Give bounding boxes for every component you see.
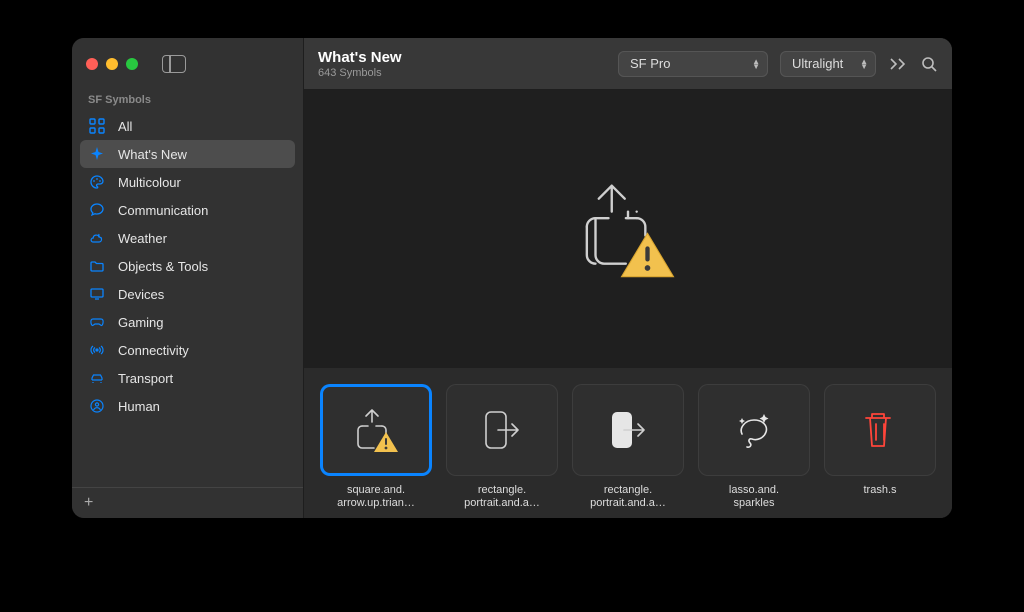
rectangle-portrait-arrow-right-fill-icon xyxy=(572,384,684,476)
search-icon[interactable] xyxy=(920,55,938,73)
sidebar-item-label: Transport xyxy=(118,371,173,386)
fullscreen-window-button[interactable] xyxy=(126,58,138,70)
page-title: What's New xyxy=(318,49,402,66)
sidebar-list: All What's New Multicolour Communication xyxy=(72,112,303,487)
sidebar-item-communication[interactable]: Communication xyxy=(72,196,303,224)
sidebar-item-label: Communication xyxy=(118,203,208,218)
grid-icon xyxy=(88,118,106,134)
sidebar-item-label: Gaming xyxy=(118,315,164,330)
close-window-button[interactable] xyxy=(86,58,98,70)
sidebar: SF Symbols All What's New Multicolour xyxy=(72,38,304,518)
share-triangle-warning-icon xyxy=(320,384,432,476)
grid-cell[interactable]: rectangle. portrait.and.a… xyxy=(572,384,684,510)
weight-popup[interactable]: Ultralight ▲▼ xyxy=(780,51,876,77)
chevron-up-down-icon: ▲▼ xyxy=(752,59,760,69)
sidebar-item-weather[interactable]: Weather xyxy=(72,224,303,252)
folder-icon xyxy=(88,258,106,274)
symbol-count: 643 Symbols xyxy=(318,67,402,79)
weight-popup-value: Ultralight xyxy=(792,56,843,71)
toolbar-title-group: What's New 643 Symbols xyxy=(318,49,402,79)
speech-bubble-icon xyxy=(88,202,106,218)
sidebar-item-label: Connectivity xyxy=(118,343,189,358)
minimize-window-button[interactable] xyxy=(106,58,118,70)
grid-cell[interactable]: square.and. arrow.up.trian… xyxy=(320,384,432,510)
palette-icon xyxy=(88,174,106,190)
grid-caption: lasso.and. sparkles xyxy=(698,484,810,510)
sidebar-item-label: All xyxy=(118,119,132,134)
grid-caption: square.and. arrow.up.trian… xyxy=(320,484,432,510)
display-icon xyxy=(88,286,106,302)
app-window: SF Symbols All What's New Multicolour xyxy=(72,38,952,518)
symbol-preview xyxy=(304,90,952,368)
sidebar-item-label: Weather xyxy=(118,231,167,246)
car-icon xyxy=(88,370,106,386)
window-controls xyxy=(86,58,138,70)
sidebar-item-all[interactable]: All xyxy=(72,112,303,140)
sidebar-item-transport[interactable]: Transport xyxy=(72,364,303,392)
cloud-moon-icon xyxy=(88,230,106,246)
grid-caption: rectangle. portrait.and.a… xyxy=(572,484,684,510)
rectangle-portrait-arrow-right-outline-icon xyxy=(446,384,558,476)
sidebar-item-multicolour[interactable]: Multicolour xyxy=(72,168,303,196)
sidebar-heading: SF Symbols xyxy=(72,90,303,112)
antenna-icon xyxy=(88,342,106,358)
sparkle-icon xyxy=(88,146,106,162)
grid-cell[interactable]: rectangle. portrait.and.a… xyxy=(446,384,558,510)
lasso-sparkles-icon xyxy=(698,384,810,476)
grid-caption: trash.s xyxy=(824,484,936,497)
grid-cell[interactable]: lasso.and. sparkles xyxy=(698,384,810,510)
font-popup[interactable]: SF Pro ▲▼ xyxy=(618,51,768,77)
sidebar-item-human[interactable]: Human xyxy=(72,392,303,420)
add-category-button[interactable]: + xyxy=(72,487,303,518)
sidebar-item-label: Multicolour xyxy=(118,175,181,190)
sidebar-item-connectivity[interactable]: Connectivity xyxy=(72,336,303,364)
sidebar-item-gaming[interactable]: Gaming xyxy=(72,308,303,336)
sidebar-item-label: What's New xyxy=(118,147,187,162)
font-popup-value: SF Pro xyxy=(630,56,670,71)
sidebar-item-devices[interactable]: Devices xyxy=(72,280,303,308)
symbol-grid: square.and. arrow.up.trian… rectangle. p… xyxy=(304,368,952,518)
grid-cell[interactable]: trash.s xyxy=(824,384,936,510)
overflow-chevrons-icon[interactable] xyxy=(888,56,908,72)
person-circle-icon xyxy=(88,398,106,414)
sidebar-item-label: Devices xyxy=(118,287,164,302)
chevron-up-down-icon: ▲▼ xyxy=(860,59,868,69)
sidebar-item-whats-new[interactable]: What's New xyxy=(80,140,295,168)
main-area: What's New 643 Symbols SF Pro ▲▼ Ultrali… xyxy=(304,38,952,518)
sidebar-item-label: Objects & Tools xyxy=(118,259,208,274)
titlebar xyxy=(72,38,303,90)
toolbar: What's New 643 Symbols SF Pro ▲▼ Ultrali… xyxy=(304,38,952,90)
trash-icon xyxy=(824,384,936,476)
sidebar-item-label: Human xyxy=(118,399,160,414)
grid-caption: rectangle. portrait.and.a… xyxy=(446,484,558,510)
gamecontroller-icon xyxy=(88,314,106,330)
share-triangle-warning-icon xyxy=(563,164,693,294)
toggle-sidebar-icon[interactable] xyxy=(162,55,186,73)
sidebar-item-objects-tools[interactable]: Objects & Tools xyxy=(72,252,303,280)
